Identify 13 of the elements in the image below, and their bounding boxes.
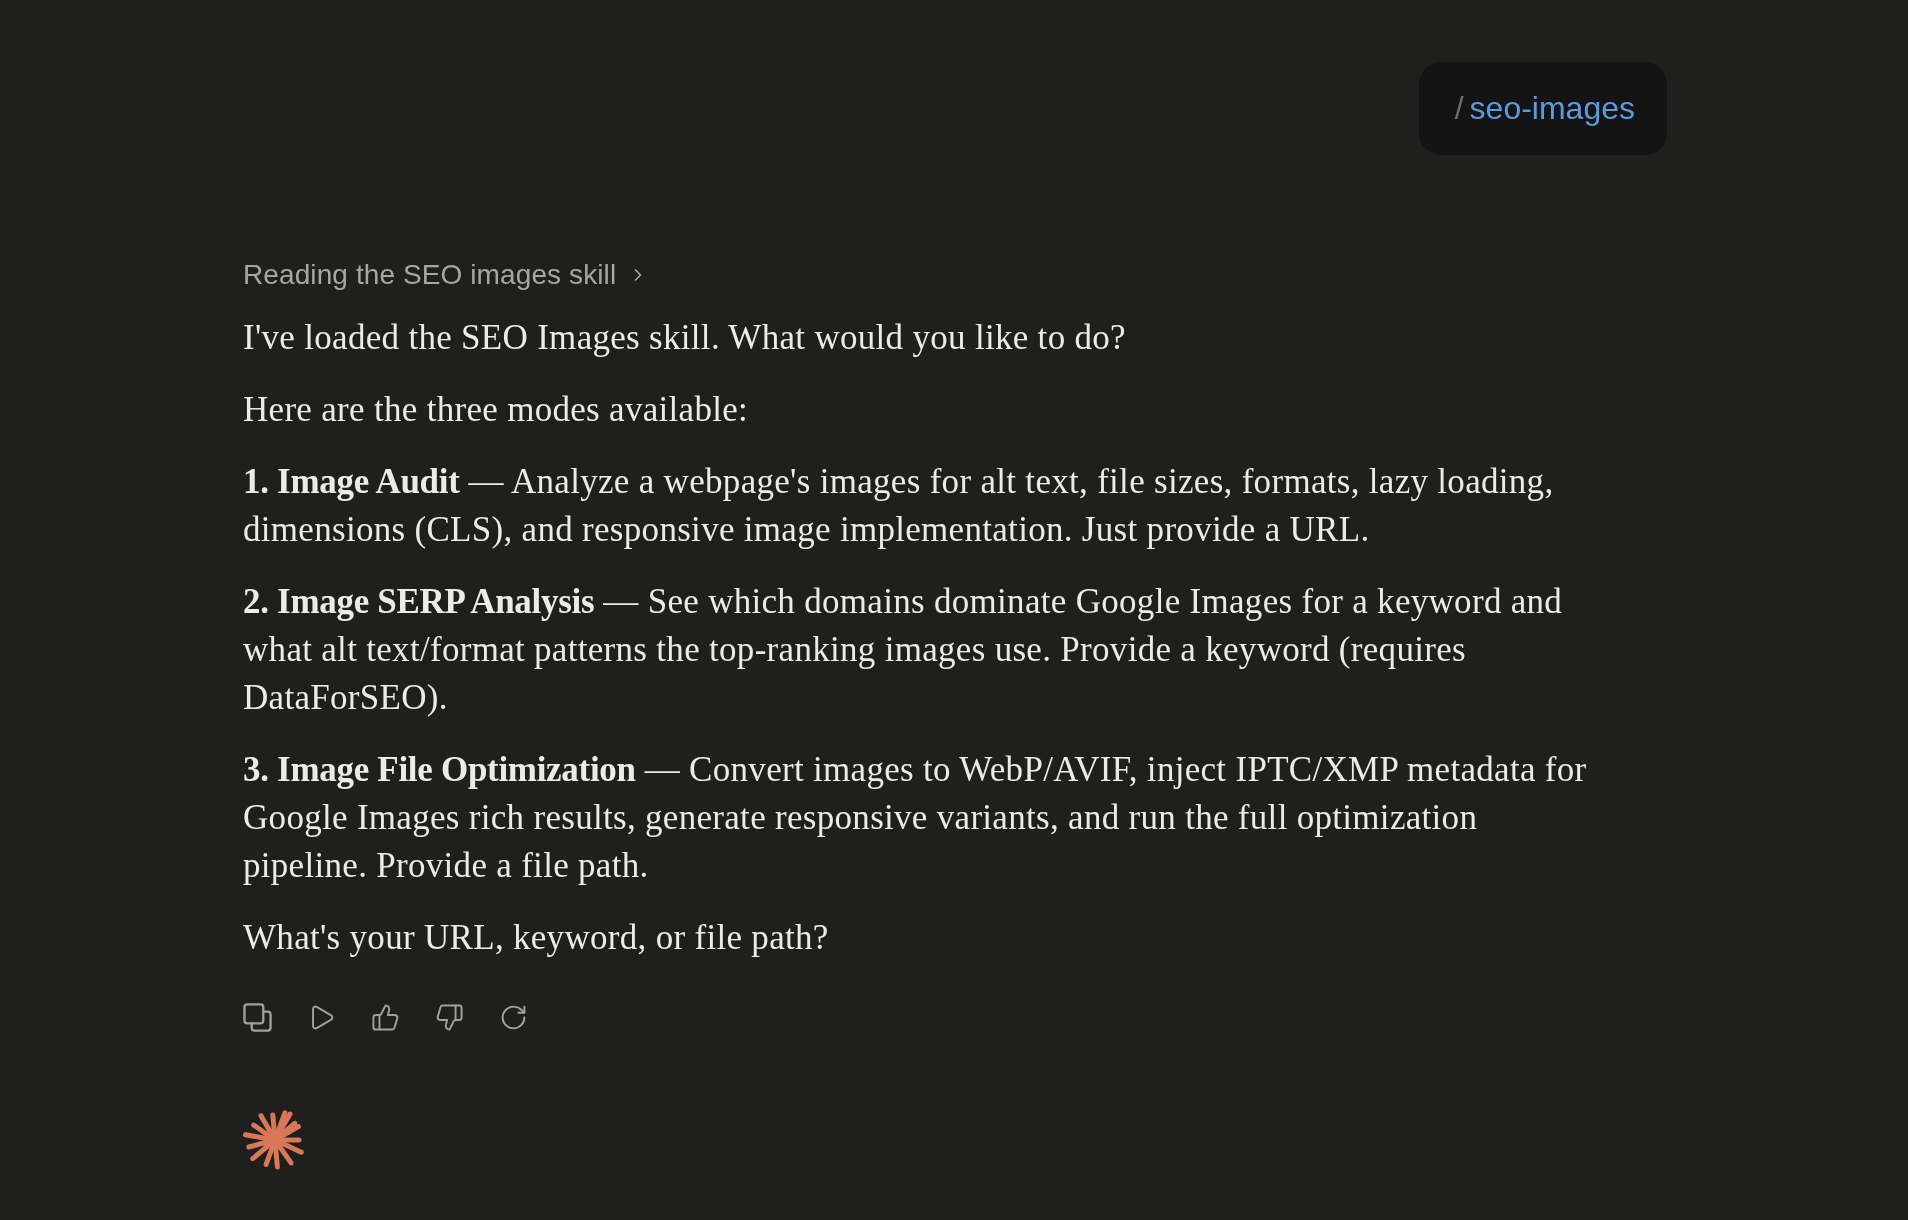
message-paragraph: 2. Image SERP Analysis — See which domains dominate Google Images for a keyword and what alt text/format patterns the top-ranking images use. Provide a keyword (requires DataForSEO).	[243, 581, 1564, 719]
message-paragraph: What's your URL, keyword, or file path?	[243, 917, 830, 959]
message-paragraph: 1. Image Audit — Analyze a webpage's images for alt text, file sizes, formats, lazy loading, dimensions (CLS), and responsive image implementation. Just provide a URL.	[243, 461, 1555, 551]
message-paragraph: Here are the three modes available:	[243, 389, 750, 431]
reading-step-toggle[interactable]: Reading the SEO images skill	[243, 256, 649, 294]
message-paragraph: 3. Image File Optimization — Convert images to WebP/AVIF, inject IPTC/XMP metadata for Google Images rich results, generate responsive variants, and run the full optimization pipeline. Provide a file path.	[243, 749, 1588, 887]
command-text: seo-images	[1469, 90, 1635, 127]
thumbs-up-icon	[370, 1002, 400, 1032]
copy-icon	[242, 1002, 272, 1032]
starburst-icon	[243, 1108, 307, 1172]
command-slash: /	[1454, 90, 1464, 127]
thumbs-down-icon	[434, 1002, 464, 1032]
message-paragraph: I've loaded the SEO Images skill. What would you like to do?	[243, 317, 1127, 359]
